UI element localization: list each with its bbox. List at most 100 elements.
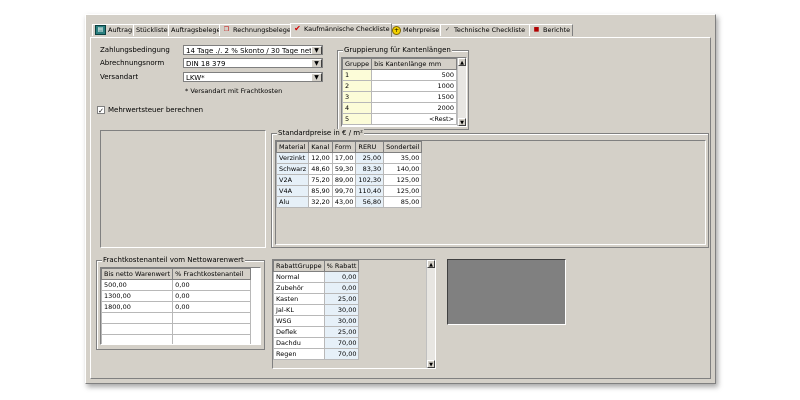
table-row[interactable]: 1800,00 0,00 [101, 301, 251, 313]
table-row[interactable]: Kasten 25,00 [273, 293, 360, 305]
table-cell[interactable]: 17,00 [331, 152, 357, 164]
chevron-down-icon[interactable]: ▼ [311, 59, 322, 67]
tab-kaufmaennische-checkliste[interactable]: ✔ Kaufmännische Checkliste [290, 23, 392, 37]
table-row[interactable]: 500,00 0,00 [101, 279, 251, 291]
table-cell[interactable]: 110,40 [355, 185, 385, 197]
table-cell[interactable]: 2 [342, 80, 373, 92]
versandart-select[interactable]: LKW* ▼ [183, 72, 323, 82]
table-row[interactable]: 5 <Rest> [342, 113, 457, 125]
table-row[interactable]: 1300,00 0,00 [101, 290, 251, 302]
table-row[interactable]: Dachdu 70,00 [273, 337, 360, 349]
table-cell[interactable]: 30,00 [323, 315, 360, 327]
table-cell[interactable]: 99,70 [331, 185, 357, 197]
table-cell[interactable]: 4 [342, 102, 373, 114]
scroll-up-icon[interactable]: ▲ [427, 260, 435, 268]
table-cell[interactable]: 25,00 [355, 152, 385, 164]
table-cell[interactable]: 25,00 [323, 326, 360, 338]
table-cell[interactable]: 30,00 [323, 304, 360, 316]
table-cell[interactable]: 0,00 [323, 271, 360, 283]
scroll-down-icon[interactable]: ▼ [458, 118, 466, 126]
table-row[interactable]: Regen 70,00 [273, 348, 360, 360]
scroll-down-icon[interactable]: ▼ [427, 360, 435, 368]
rabatt-scrollbar[interactable]: ▲ ▼ [426, 260, 435, 368]
table-row[interactable]: Normal 0,00 [273, 271, 360, 283]
tab-auftrag[interactable]: ▤ Auftrag [92, 24, 136, 36]
table-cell[interactable]: 0,00 [172, 301, 251, 313]
rabatt-grid[interactable]: RabattGruppe % Rabatt Normal 0,00 Zubehör… [272, 259, 436, 369]
table-row[interactable]: Verzinkt 12,00 17,00 25,00 35,00 [275, 152, 423, 164]
tab-berichte[interactable]: ■ Berichte [529, 24, 573, 36]
table-cell[interactable]: WSG [273, 315, 325, 327]
table-cell[interactable]: 125,00 [383, 174, 423, 186]
table-cell[interactable]: 1 [342, 69, 373, 81]
table-cell[interactable]: 59,30 [331, 163, 357, 175]
table-row[interactable]: 3 1500 [342, 91, 457, 103]
tab-rechnungsbelege[interactable]: ❐ Rechnungsbelege [219, 24, 293, 36]
table-cell[interactable]: 85,00 [383, 196, 423, 208]
table-cell[interactable]: 56,80 [355, 196, 385, 208]
table-cell[interactable]: Zubehör [273, 282, 325, 294]
table-row[interactable]: 2 1000 [342, 80, 457, 92]
table-cell[interactable]: 2000 [371, 102, 457, 114]
table-cell[interactable]: 3 [342, 91, 373, 103]
table-cell[interactable]: 70,00 [323, 337, 360, 349]
table-cell[interactable]: 12,00 [308, 152, 333, 164]
table-row[interactable]: V2A 75,20 89,00 102,30 125,00 [275, 174, 423, 186]
standardpreise-grid[interactable]: Material Kanal Form RERU Sonderteil Verz… [275, 140, 706, 245]
table-cell[interactable]: Normal [273, 271, 325, 283]
table-cell[interactable]: 48,60 [308, 163, 333, 175]
scroll-up-icon[interactable]: ▲ [458, 58, 466, 66]
table-cell[interactable]: Regen [273, 348, 325, 360]
table-cell[interactable]: Kasten [273, 293, 325, 305]
tab-stueckliste[interactable]: Stückliste [133, 24, 171, 36]
mehrwertsteuer-checkbox[interactable]: ✓ [97, 106, 105, 115]
table-cell[interactable]: 83,30 [355, 163, 385, 175]
table-row[interactable]: Zubehör 0,00 [273, 282, 360, 294]
table-cell[interactable]: 500,00 [101, 279, 174, 291]
table-row[interactable]: 1 500 [342, 69, 457, 81]
tab-mehrpreise[interactable]: + Mehrpreise [389, 24, 443, 36]
abrechnungsnorm-select[interactable]: DIN 18 379 ▼ [183, 58, 323, 68]
table-row[interactable]: Alu 32,20 43,00 56,80 85,00 [275, 196, 423, 208]
table-cell[interactable]: Alu [275, 196, 310, 208]
table-cell[interactable]: 1300,00 [101, 290, 174, 302]
zahlungsbedingung-select[interactable]: 14 Tage ./. 2 % Skonto / 30 Tage netto ▼ [183, 45, 323, 55]
table-cell[interactable]: Verzinkt [275, 152, 310, 164]
table-cell[interactable]: 0,00 [172, 290, 251, 302]
tab-technische-checkliste[interactable]: ✓ Technische Checkliste [440, 24, 532, 36]
table-row[interactable]: 4 2000 [342, 102, 457, 114]
table-cell[interactable]: Deflek [273, 326, 325, 338]
table-cell[interactable]: 0,00 [172, 279, 251, 291]
table-cell[interactable]: 1800,00 [101, 301, 174, 313]
chevron-down-icon[interactable]: ▼ [311, 46, 322, 54]
tab-auftragsbelege[interactable]: Auftragsbelege [168, 24, 222, 36]
table-cell[interactable]: 5 [342, 113, 373, 125]
table-row[interactable] [101, 312, 251, 324]
table-cell[interactable]: <Rest> [371, 113, 457, 125]
table-cell[interactable]: 85,90 [308, 185, 333, 197]
chevron-down-icon[interactable]: ▼ [311, 73, 322, 81]
table-row[interactable]: Deflek 25,00 [273, 326, 360, 338]
table-cell[interactable]: 43,00 [331, 196, 357, 208]
table-cell[interactable]: 75,20 [308, 174, 333, 186]
table-cell[interactable]: Dachdu [273, 337, 325, 349]
table-cell[interactable]: 140,00 [383, 163, 423, 175]
table-cell[interactable]: 102,30 [355, 174, 385, 186]
table-cell[interactable]: 89,00 [331, 174, 357, 186]
table-cell[interactable]: 0,00 [323, 282, 360, 294]
table-row[interactable]: WSG 30,00 [273, 315, 360, 327]
gruppierung-grid[interactable]: Gruppe bis Kantenlänge mm 1 500 2 1000 3 15… [341, 57, 467, 127]
table-cell[interactable]: 1000 [371, 80, 457, 92]
gruppierung-scrollbar[interactable]: ▲ ▼ [457, 58, 466, 126]
table-row[interactable]: V4A 85,90 99,70 110,40 125,00 [275, 185, 423, 197]
table-cell[interactable]: V4A [275, 185, 310, 197]
table-cell[interactable]: 32,20 [308, 196, 333, 208]
table-row[interactable]: Jal-KL 30,00 [273, 304, 360, 316]
table-cell[interactable]: Schwarz [275, 163, 310, 175]
table-cell[interactable]: 500 [371, 69, 457, 81]
table-row[interactable] [101, 323, 251, 335]
table-cell[interactable]: 70,00 [323, 348, 360, 360]
table-cell[interactable]: V2A [275, 174, 310, 186]
frachtkosten-grid[interactable]: Bis netto Warenwert % Frachtkostenanteil… [100, 267, 261, 345]
table-cell[interactable]: 125,00 [383, 185, 423, 197]
